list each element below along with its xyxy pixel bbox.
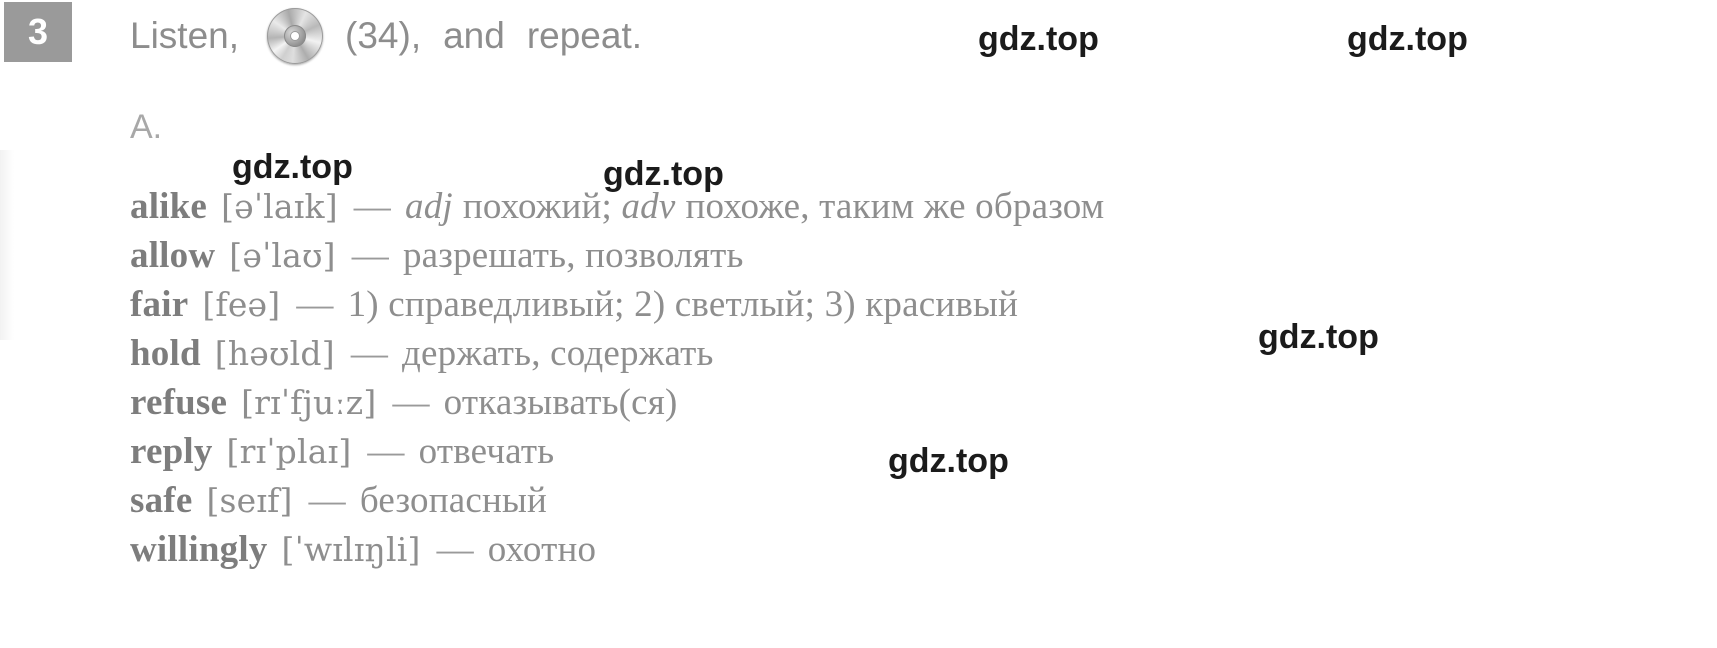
vocabulary-gloss: держать, содержать [402, 333, 714, 374]
vocabulary-dash: — [308, 480, 346, 521]
section-letter: A. [130, 108, 163, 146]
vocabulary-headword: safe [130, 480, 193, 521]
vocabulary-gloss: разрешать, позволять [402, 235, 744, 276]
vocabulary-headword: fair [130, 284, 189, 325]
vocabulary-entry: allow [əˈlaʊ] — разрешать, позволять [130, 231, 1710, 280]
vocabulary-headword: allow [130, 235, 216, 276]
vocabulary-dash: — [436, 529, 474, 570]
vocabulary-phonetic: [əˈlaɪk] [221, 187, 338, 226]
vocabulary-part-of-speech: adj [405, 186, 453, 227]
vocabulary-gloss: охотно [487, 529, 597, 570]
cd-disc-icon[interactable] [265, 6, 325, 66]
vocabulary-list: alike [əˈlaɪk] — adj похожий; adv похоже, так… [130, 182, 1710, 574]
vocabulary-entry: hold [həʊld] — держать, содержать [130, 329, 1710, 378]
vocabulary-dash: — [296, 284, 334, 325]
vocabulary-phonetic: [rɪˈplaɪ] [226, 432, 352, 471]
vocabulary-headword: hold [130, 333, 201, 374]
instruction-word-repeat: repeat. [526, 15, 643, 56]
vocabulary-headword: refuse [130, 382, 228, 423]
vocabulary-phonetic: [həʊld] [214, 334, 335, 373]
vocabulary-gloss: отвечать [418, 431, 555, 472]
exercise-number-badge: 3 [4, 2, 72, 62]
vocabulary-gloss: похоже, таким же образом [685, 186, 1105, 227]
vocabulary-entry: alike [əˈlaɪk] — adj похожий; adv похоже, так… [130, 182, 1710, 231]
vocabulary-entry: willingly [ˈwɪlɪŋli] — охотно [130, 525, 1710, 574]
vocabulary-dash: — [392, 382, 430, 423]
vocabulary-entry: fair [feə] — 1) справедливый; 2) светлый; 3… [130, 280, 1710, 329]
vocabulary-dash: — [367, 431, 405, 472]
vocabulary-dash: — [350, 333, 389, 374]
vocabulary-dash: — [351, 235, 389, 276]
vocabulary-dash: — [353, 186, 391, 227]
vocabulary-gloss: отказывать(ся) [443, 382, 678, 423]
vocabulary-entry: safe [seɪf] — безопасный [130, 476, 1710, 525]
page-edge-artifact [0, 150, 14, 340]
watermark: gdz.top [978, 20, 1099, 58]
task-instruction: Listen, (34), and repeat. [130, 8, 664, 64]
vocabulary-part-of-speech: adv [621, 186, 676, 227]
vocabulary-headword: willingly [130, 529, 268, 570]
vocabulary-gloss: 1) справедливый; 2) светлый; 3) красивый [347, 284, 1019, 325]
audio-track-number: (34), [345, 15, 422, 56]
watermark: gdz.top [1347, 20, 1468, 58]
vocabulary-gloss: безопасный [359, 480, 548, 521]
vocabulary-entry: reply [rɪˈplaɪ] — отвечать [130, 427, 1710, 476]
vocabulary-headword: reply [130, 431, 213, 472]
vocabulary-phonetic: [feə] [202, 285, 281, 324]
vocabulary-gloss: похожий; [462, 186, 622, 227]
vocabulary-entry: refuse [rɪˈfjuːz] — отказывать(ся) [130, 378, 1710, 427]
vocabulary-phonetic: [seɪf] [206, 481, 293, 520]
instruction-word-listen: Listen, [130, 15, 240, 56]
cd-disc-hole [291, 32, 300, 40]
vocabulary-headword: alike [130, 186, 208, 227]
vocabulary-phonetic: [rɪˈfjuːz] [241, 383, 377, 422]
vocabulary-phonetic: [əˈlaʊ] [229, 236, 336, 275]
vocabulary-phonetic: [ˈwɪlɪŋli] [281, 530, 421, 569]
instruction-word-and: and [443, 15, 505, 56]
